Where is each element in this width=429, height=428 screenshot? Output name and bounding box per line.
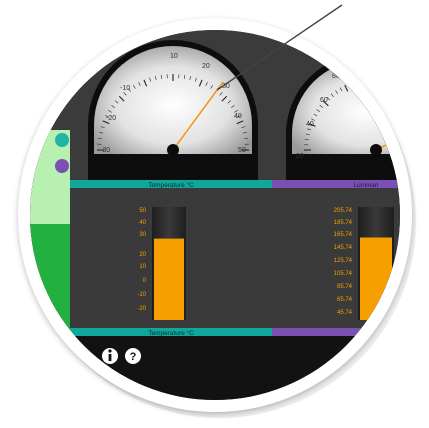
temperature-meter-fill: [154, 238, 184, 320]
gauge-tick-label: 20: [202, 63, 210, 70]
meter-scale-label: -10: [137, 292, 146, 298]
gauge-tick-label: -20: [106, 115, 116, 122]
meter-scale-label: 45.74: [337, 310, 353, 316]
magnifier-lens: -30 -20 -10 10 20 30 40 50 60 40 20 80 T…: [30, 30, 400, 400]
meter-scale-label: 165.74: [334, 232, 353, 238]
dial-tick: [390, 79, 393, 84]
temperature-meter-label: Temperature °C: [148, 329, 194, 337]
luminance-label-bar: [272, 180, 400, 188]
meter-scale-label: 40: [139, 220, 146, 226]
gauge-tick-label: 40: [306, 121, 314, 128]
help-icon[interactable]: ?: [125, 348, 141, 364]
teal-indicator-dot[interactable]: [55, 133, 69, 147]
dial-tick: [364, 78, 367, 83]
temperature-gauge-label: Temperature °C: [148, 181, 194, 189]
gauge-tick-label: 50: [238, 147, 246, 154]
needle-hub: [370, 144, 382, 156]
meter-scale-label: 85.74: [337, 284, 353, 290]
meter-scale-label: 20: [139, 252, 146, 258]
gauge-tick-label: -30: [100, 147, 110, 154]
luminance-gauge-label: Luminan: [354, 182, 379, 189]
dial-tick: [370, 78, 372, 86]
info-icon[interactable]: [102, 348, 118, 364]
gauge-tick-label: 20: [296, 153, 304, 160]
meter-scale-label: 185.74: [334, 220, 353, 226]
meter-scale-label: 30: [139, 232, 146, 238]
meter-scale-label: 105.74: [334, 271, 353, 277]
needle-hub: [167, 144, 179, 156]
dial-tick: [385, 78, 388, 83]
meter-scale-label: 50: [139, 208, 146, 214]
gauge-tick-label: 10: [170, 53, 178, 60]
meter-scale-label: 125.74: [334, 258, 353, 264]
dashboard-view: -30 -20 -10 10 20 30 40 50 60 40 20 80 T…: [30, 30, 400, 400]
gauge-tick-label: 30: [222, 83, 230, 90]
gauge-tick-label: -10: [120, 85, 130, 92]
gauge-tick-label: 40: [234, 113, 242, 120]
meter-scale-label: 10: [139, 264, 146, 270]
gauge-tick-label: 60: [320, 97, 328, 104]
meter-scale-label: -20: [137, 306, 146, 312]
purple-indicator-dot[interactable]: [55, 159, 69, 173]
meter-scale-label: 145.74: [334, 245, 353, 251]
meter-scale-label: 205.74: [334, 208, 353, 214]
svg-text:?: ?: [130, 351, 137, 363]
dial-tick: [394, 81, 398, 89]
meter-scale-label: 65.74: [337, 297, 353, 303]
